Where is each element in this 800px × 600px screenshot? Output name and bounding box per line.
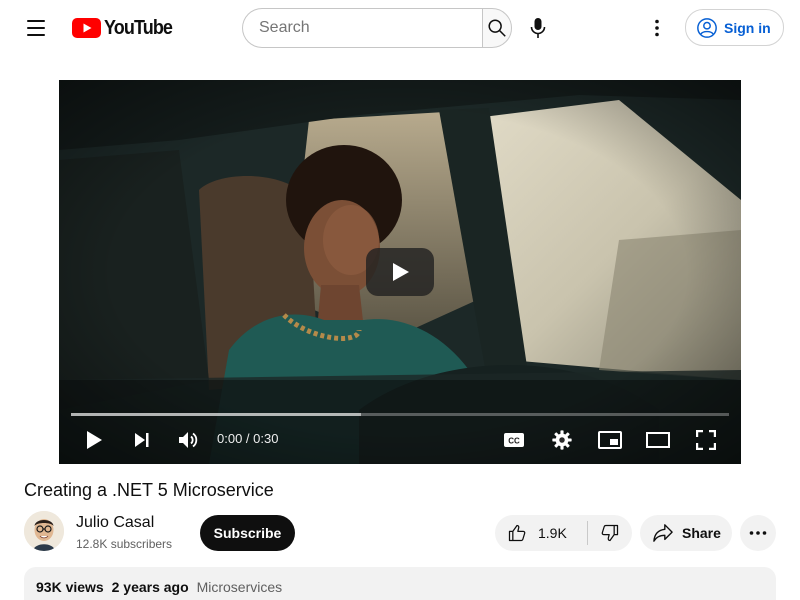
sign-in-label: Sign in (724, 19, 771, 36)
share-label: Share (682, 525, 721, 541)
hashtag-link[interactable]: Microservices (197, 579, 283, 595)
theater-icon (646, 432, 670, 448)
more-actions-button[interactable] (740, 515, 776, 551)
share-icon (653, 524, 673, 542)
next-button[interactable] (128, 426, 156, 454)
next-icon (135, 433, 149, 447)
search-bar (242, 8, 512, 48)
like-count: 1.9K (538, 525, 567, 541)
fullscreen-button[interactable] (692, 426, 720, 454)
youtube-logo[interactable]: YouTube (72, 17, 180, 39)
subscriber-count: 12.8K subscribers (76, 537, 173, 551)
play-icon (393, 263, 409, 281)
view-count: 93K views (36, 579, 104, 595)
channel-avatar-icon (24, 511, 64, 551)
avatar[interactable] (24, 511, 64, 551)
like-button[interactable]: 1.9K (495, 515, 587, 551)
upload-date: 2 years ago (111, 579, 189, 595)
miniplayer-icon (598, 431, 622, 449)
sign-in-button[interactable]: Sign in (685, 9, 784, 46)
microphone-icon (530, 18, 546, 38)
dislike-button[interactable] (588, 515, 632, 551)
search-input[interactable] (242, 8, 482, 48)
volume-icon (179, 432, 198, 448)
video-player[interactable] (59, 80, 741, 464)
menu-icon[interactable] (20, 12, 52, 44)
masthead: YouTube Sign in (0, 0, 800, 56)
search-button[interactable] (482, 8, 512, 48)
logo-wordmark: YouTube (104, 16, 173, 39)
progress-bar-fill (71, 413, 361, 416)
captions-button[interactable]: CC (500, 426, 528, 454)
play-icon (87, 431, 102, 449)
svg-text:CC: CC (508, 437, 520, 446)
more-horiz-icon (749, 531, 767, 535)
thumbs-up-icon (508, 524, 526, 542)
subscribe-button[interactable]: Subscribe (200, 515, 295, 551)
large-play-button[interactable] (366, 248, 434, 296)
account-circle-icon (697, 17, 717, 38)
theater-mode-button[interactable] (644, 426, 672, 454)
settings-menu-button[interactable] (641, 12, 673, 44)
play-button[interactable] (80, 426, 108, 454)
settings-button[interactable] (548, 426, 576, 454)
video-title: Creating a .NET 5 Microservice (24, 480, 274, 500)
progress-bar[interactable] (71, 413, 729, 416)
youtube-play-logo-icon (72, 18, 101, 38)
time-display: 0:00 / 0:30 (217, 431, 279, 446)
search-icon (488, 19, 506, 37)
voice-search-button[interactable] (522, 12, 554, 44)
channel-name[interactable]: Julio Casal (76, 514, 154, 532)
like-dislike-group: 1.9K (495, 515, 632, 551)
miniplayer-button[interactable] (596, 426, 624, 454)
description-box[interactable]: 93K views 2 years ago Microservices (24, 567, 776, 600)
thumbs-down-icon (601, 524, 619, 542)
mute-button[interactable] (174, 426, 202, 454)
captions-icon: CC (504, 433, 524, 447)
settings-icon (552, 430, 572, 450)
more-vert-icon (655, 19, 659, 37)
fullscreen-icon (696, 430, 716, 450)
share-button[interactable]: Share (640, 515, 732, 551)
